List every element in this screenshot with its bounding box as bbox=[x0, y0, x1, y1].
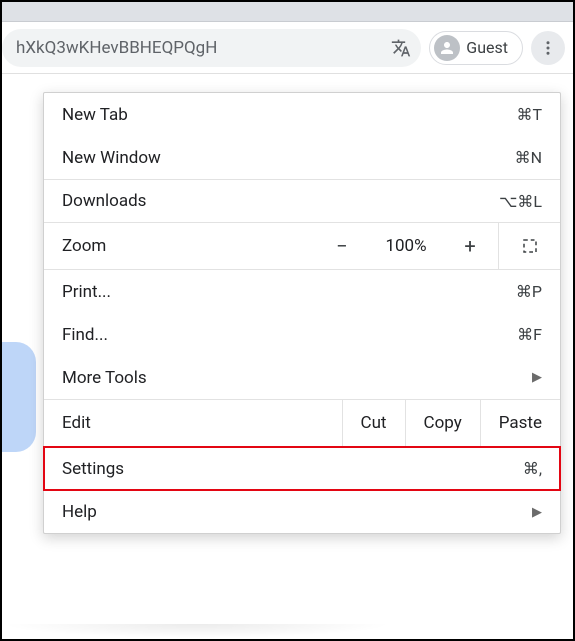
profile-chip[interactable]: Guest bbox=[429, 31, 523, 65]
submenu-arrow-icon: ▶ bbox=[532, 370, 542, 385]
url-text: hXkQ3wKHevBBHEQPQgH bbox=[16, 38, 389, 58]
menu-label: Help bbox=[62, 502, 532, 522]
more-menu-button[interactable] bbox=[531, 31, 565, 65]
paste-button[interactable]: Paste bbox=[480, 400, 560, 446]
fullscreen-icon bbox=[521, 237, 539, 255]
avatar-icon bbox=[434, 35, 460, 61]
menu-item-print[interactable]: Print... ⌘P bbox=[44, 270, 560, 313]
menu-item-new-tab[interactable]: New Tab ⌘T bbox=[44, 93, 560, 136]
menu-item-more-tools[interactable]: More Tools ▶ bbox=[44, 356, 560, 399]
browser-toolbar: hXkQ3wKHevBBHEQPQgH Guest bbox=[2, 22, 573, 74]
submenu-arrow-icon: ▶ bbox=[532, 505, 542, 520]
zoom-in-button[interactable]: + bbox=[442, 223, 498, 269]
menu-label: More Tools bbox=[62, 368, 532, 388]
menu-shortcut: ⌘F bbox=[517, 325, 542, 344]
menu-item-downloads[interactable]: Downloads ⌥⌘L bbox=[44, 179, 560, 222]
menu-item-help[interactable]: Help ▶ bbox=[44, 490, 560, 533]
edit-label: Edit bbox=[44, 400, 342, 446]
menu-label: New Window bbox=[62, 148, 515, 168]
menu-shortcut: ⌘P bbox=[516, 282, 542, 301]
menu-label: Settings bbox=[62, 459, 523, 479]
menu-item-edit: Edit Cut Copy Paste bbox=[44, 399, 560, 447]
menu-item-settings[interactable]: Settings ⌘, bbox=[44, 447, 560, 490]
address-bar[interactable]: hXkQ3wKHevBBHEQPQgH bbox=[2, 29, 421, 67]
menu-shortcut: ⌘T bbox=[516, 105, 542, 124]
menu-label: Downloads bbox=[62, 191, 499, 211]
menu-shadow bbox=[2, 624, 392, 638]
menu-item-zoom: Zoom − 100% + bbox=[44, 222, 560, 270]
tab-strip bbox=[2, 2, 573, 22]
zoom-value: 100% bbox=[370, 223, 442, 269]
menu-item-find[interactable]: Find... ⌘F bbox=[44, 313, 560, 356]
fullscreen-button[interactable] bbox=[498, 223, 560, 269]
menu-label: Find... bbox=[62, 325, 517, 345]
zoom-out-button[interactable]: − bbox=[314, 223, 370, 269]
zoom-label: Zoom bbox=[44, 223, 314, 269]
menu-item-new-window[interactable]: New Window ⌘N bbox=[44, 136, 560, 179]
cut-button[interactable]: Cut bbox=[342, 400, 405, 446]
menu-label: New Tab bbox=[62, 105, 516, 125]
menu-shortcut: ⌥⌘L bbox=[499, 192, 542, 211]
copy-button[interactable]: Copy bbox=[405, 400, 480, 446]
page-illustration bbox=[2, 342, 36, 452]
profile-label: Guest bbox=[466, 38, 508, 57]
menu-shortcut: ⌘N bbox=[515, 148, 542, 167]
menu-shortcut: ⌘, bbox=[523, 459, 542, 478]
menu-label: Print... bbox=[62, 282, 516, 302]
translate-icon[interactable] bbox=[389, 36, 413, 60]
browser-menu: New Tab ⌘T New Window ⌘N Downloads ⌥⌘L Z… bbox=[43, 92, 561, 534]
